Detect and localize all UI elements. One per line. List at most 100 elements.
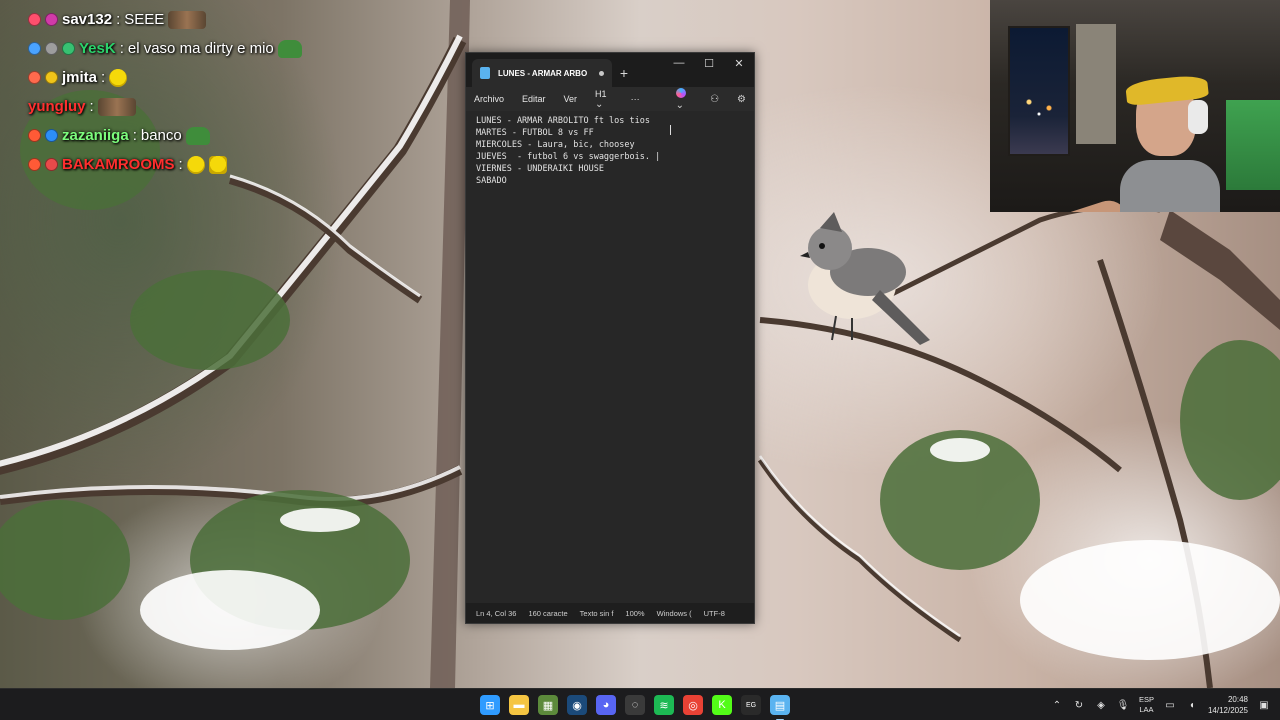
- chat-username: yungluy: [28, 98, 86, 115]
- editor-line: LUNES - ARMAR ARBOLITO ft los tios: [476, 116, 650, 126]
- chat-message: BAKAMROOMS:: [28, 150, 368, 179]
- chat-badge-icon: [45, 42, 58, 55]
- chat-badge-icon: [45, 158, 58, 171]
- menu-bar: Archivo Editar Ver H1 ⌄ ··· ⌄ ⚇ ⚙: [466, 87, 754, 111]
- menu-file[interactable]: Archivo: [474, 94, 504, 104]
- menu-edit[interactable]: Editar: [522, 94, 546, 104]
- chat-badge-icon: [45, 13, 58, 26]
- window-controls: — ☐ ✕: [664, 53, 754, 73]
- copilot-icon: [675, 87, 686, 98]
- chat-badge-icon: [28, 129, 41, 142]
- editor-line: VIERNES - UNDERAIKI HOUSE: [476, 164, 604, 174]
- tab-document[interactable]: LUNES - ARMAR ARBO: [472, 59, 612, 87]
- new-tab-button[interactable]: +: [612, 59, 636, 87]
- more-options-button[interactable]: ···: [631, 94, 640, 104]
- spotify-icon[interactable]: ≋: [654, 695, 674, 715]
- webcam-overlay: [990, 0, 1280, 212]
- emote-icon: [109, 68, 128, 87]
- epic-games-icon[interactable]: EG: [741, 695, 761, 715]
- chat-badge-icon: [45, 129, 58, 142]
- tab-title: LUNES - ARMAR ARBO: [498, 68, 588, 78]
- stream-chat-overlay: sav132: SEEE YesK: el vaso ma dirty e mi…: [28, 5, 368, 179]
- streamer-arm: [1026, 195, 1134, 212]
- emote-icon: [185, 126, 210, 145]
- emote-icon: [168, 10, 207, 29]
- close-button[interactable]: ✕: [724, 53, 754, 73]
- streamer-shirt: [1120, 160, 1220, 212]
- encoding[interactable]: UTF-8: [698, 609, 731, 618]
- chat-text: SEEE: [124, 11, 165, 28]
- chat-username: YesK: [79, 40, 116, 57]
- volume-icon[interactable]: ◖: [1186, 699, 1198, 711]
- notepad-icon[interactable]: ▤: [770, 695, 790, 720]
- emote-icon: [208, 155, 227, 174]
- text-editor[interactable]: LUNES - ARMAR ARBOLITO ft los tios MARTE…: [466, 111, 754, 603]
- settings-gear-icon[interactable]: ⚙: [737, 94, 746, 105]
- editor-line: JUEVES - futbol 6 vs swaggerbois. |: [476, 152, 661, 162]
- chat-username: BAKAMROOMS: [62, 156, 175, 173]
- clock[interactable]: 20:48 14/12/2025: [1208, 694, 1248, 716]
- chat-message: sav132: SEEE: [28, 5, 368, 34]
- emote-icon: [186, 155, 205, 174]
- editor-line: SABADO: [476, 176, 507, 186]
- minimize-button[interactable]: —: [664, 53, 694, 73]
- security-shield-icon[interactable]: ◈: [1095, 699, 1107, 711]
- obs-icon[interactable]: ◌: [625, 695, 645, 715]
- heading-dropdown[interactable]: H1 ⌄: [595, 89, 613, 110]
- text-cursor-icon: [670, 125, 676, 135]
- language-indicator[interactable]: ESP LAA: [1139, 695, 1154, 715]
- network-icon[interactable]: ▭: [1164, 699, 1176, 711]
- chevron-down-icon: ⌄: [675, 99, 685, 111]
- chat-message: zazaniiga: banco: [28, 121, 368, 150]
- cursor-position: Ln 4, Col 36: [476, 608, 517, 618]
- kick-icon[interactable]: K: [712, 695, 732, 715]
- webcam-monitor: [1226, 100, 1280, 190]
- chat-username: sav132: [62, 11, 113, 28]
- chat-badge-icon: [45, 71, 58, 84]
- line-endings[interactable]: Windows (: [651, 609, 698, 618]
- title-bar[interactable]: LUNES - ARMAR ARBO + — ☐ ✕: [466, 53, 754, 87]
- chat-badge-icon: [28, 71, 41, 84]
- discord-icon[interactable]: ◕: [596, 695, 616, 715]
- notepad-window[interactable]: LUNES - ARMAR ARBO + — ☐ ✕ Archivo Edita…: [465, 52, 755, 624]
- chat-badge-icon: [28, 13, 41, 26]
- minecraft-icon[interactable]: ▦: [538, 695, 558, 715]
- chat-badge-icon: [28, 42, 41, 55]
- account-icon[interactable]: ⚇: [710, 94, 719, 105]
- text-format[interactable]: Texto sin f: [574, 609, 620, 618]
- chat-username: jmita: [62, 69, 98, 86]
- sync-icon[interactable]: ↻: [1073, 699, 1085, 711]
- chat-username: zazaniiga: [62, 127, 129, 144]
- streamer: [1026, 60, 1220, 212]
- keyboard-layout: LAA: [1139, 705, 1154, 714]
- explorer-icon[interactable]: ▬: [509, 695, 529, 715]
- menu-view[interactable]: Ver: [564, 94, 578, 104]
- chevron-up-icon[interactable]: ⌃: [1051, 699, 1063, 711]
- editor-line: MARTES - FUTBOL 8 vs FF: [476, 128, 594, 138]
- maximize-button[interactable]: ☐: [694, 53, 724, 73]
- chat-badge-icon: [28, 158, 41, 171]
- chat-message: jmita:: [28, 63, 368, 92]
- status-bar: Ln 4, Col 36 160 caracte Texto sin f 100…: [466, 603, 754, 623]
- chrome-icon[interactable]: ◎: [683, 695, 703, 715]
- chat-text: el vaso ma dirty e mio: [127, 40, 274, 57]
- clock-time: 20:48: [1227, 695, 1248, 704]
- steam-icon[interactable]: ◉: [567, 695, 587, 715]
- emote-icon: [97, 97, 136, 116]
- start-icon[interactable]: ⊞: [480, 695, 500, 715]
- taskbar: ⊞ ▬ ▦ ◉ ◕ ◌ ≋ ◎ K EG ▤ ⌃ ↻ ◈ 🎙 ESP LAA ▭ ◖ 20:48 1…: [0, 688, 1280, 720]
- copilot-button[interactable]: ⌄: [675, 87, 692, 111]
- city-lights: [1014, 90, 1064, 120]
- emote-icon: [277, 39, 302, 58]
- notepad-icon: [480, 67, 490, 79]
- character-count: 160 caracte: [528, 608, 568, 618]
- notifications-bell-icon[interactable]: ▣: [1258, 699, 1270, 711]
- chat-text: banco: [140, 127, 182, 144]
- chevron-down-icon: ⌄: [595, 98, 604, 110]
- zoom-level[interactable]: 100%: [619, 609, 650, 618]
- system-tray: ⌃ ↻ ◈ 🎙 ESP LAA ▭ ◖ 20:48 14/12/2025 ▣: [1051, 689, 1270, 720]
- chat-message: YesK: el vaso ma dirty e mio: [28, 34, 368, 63]
- microphone-icon[interactable]: 🎙: [1117, 699, 1130, 711]
- language-code: ESP: [1138, 695, 1154, 704]
- unsaved-dot-icon[interactable]: [599, 70, 604, 76]
